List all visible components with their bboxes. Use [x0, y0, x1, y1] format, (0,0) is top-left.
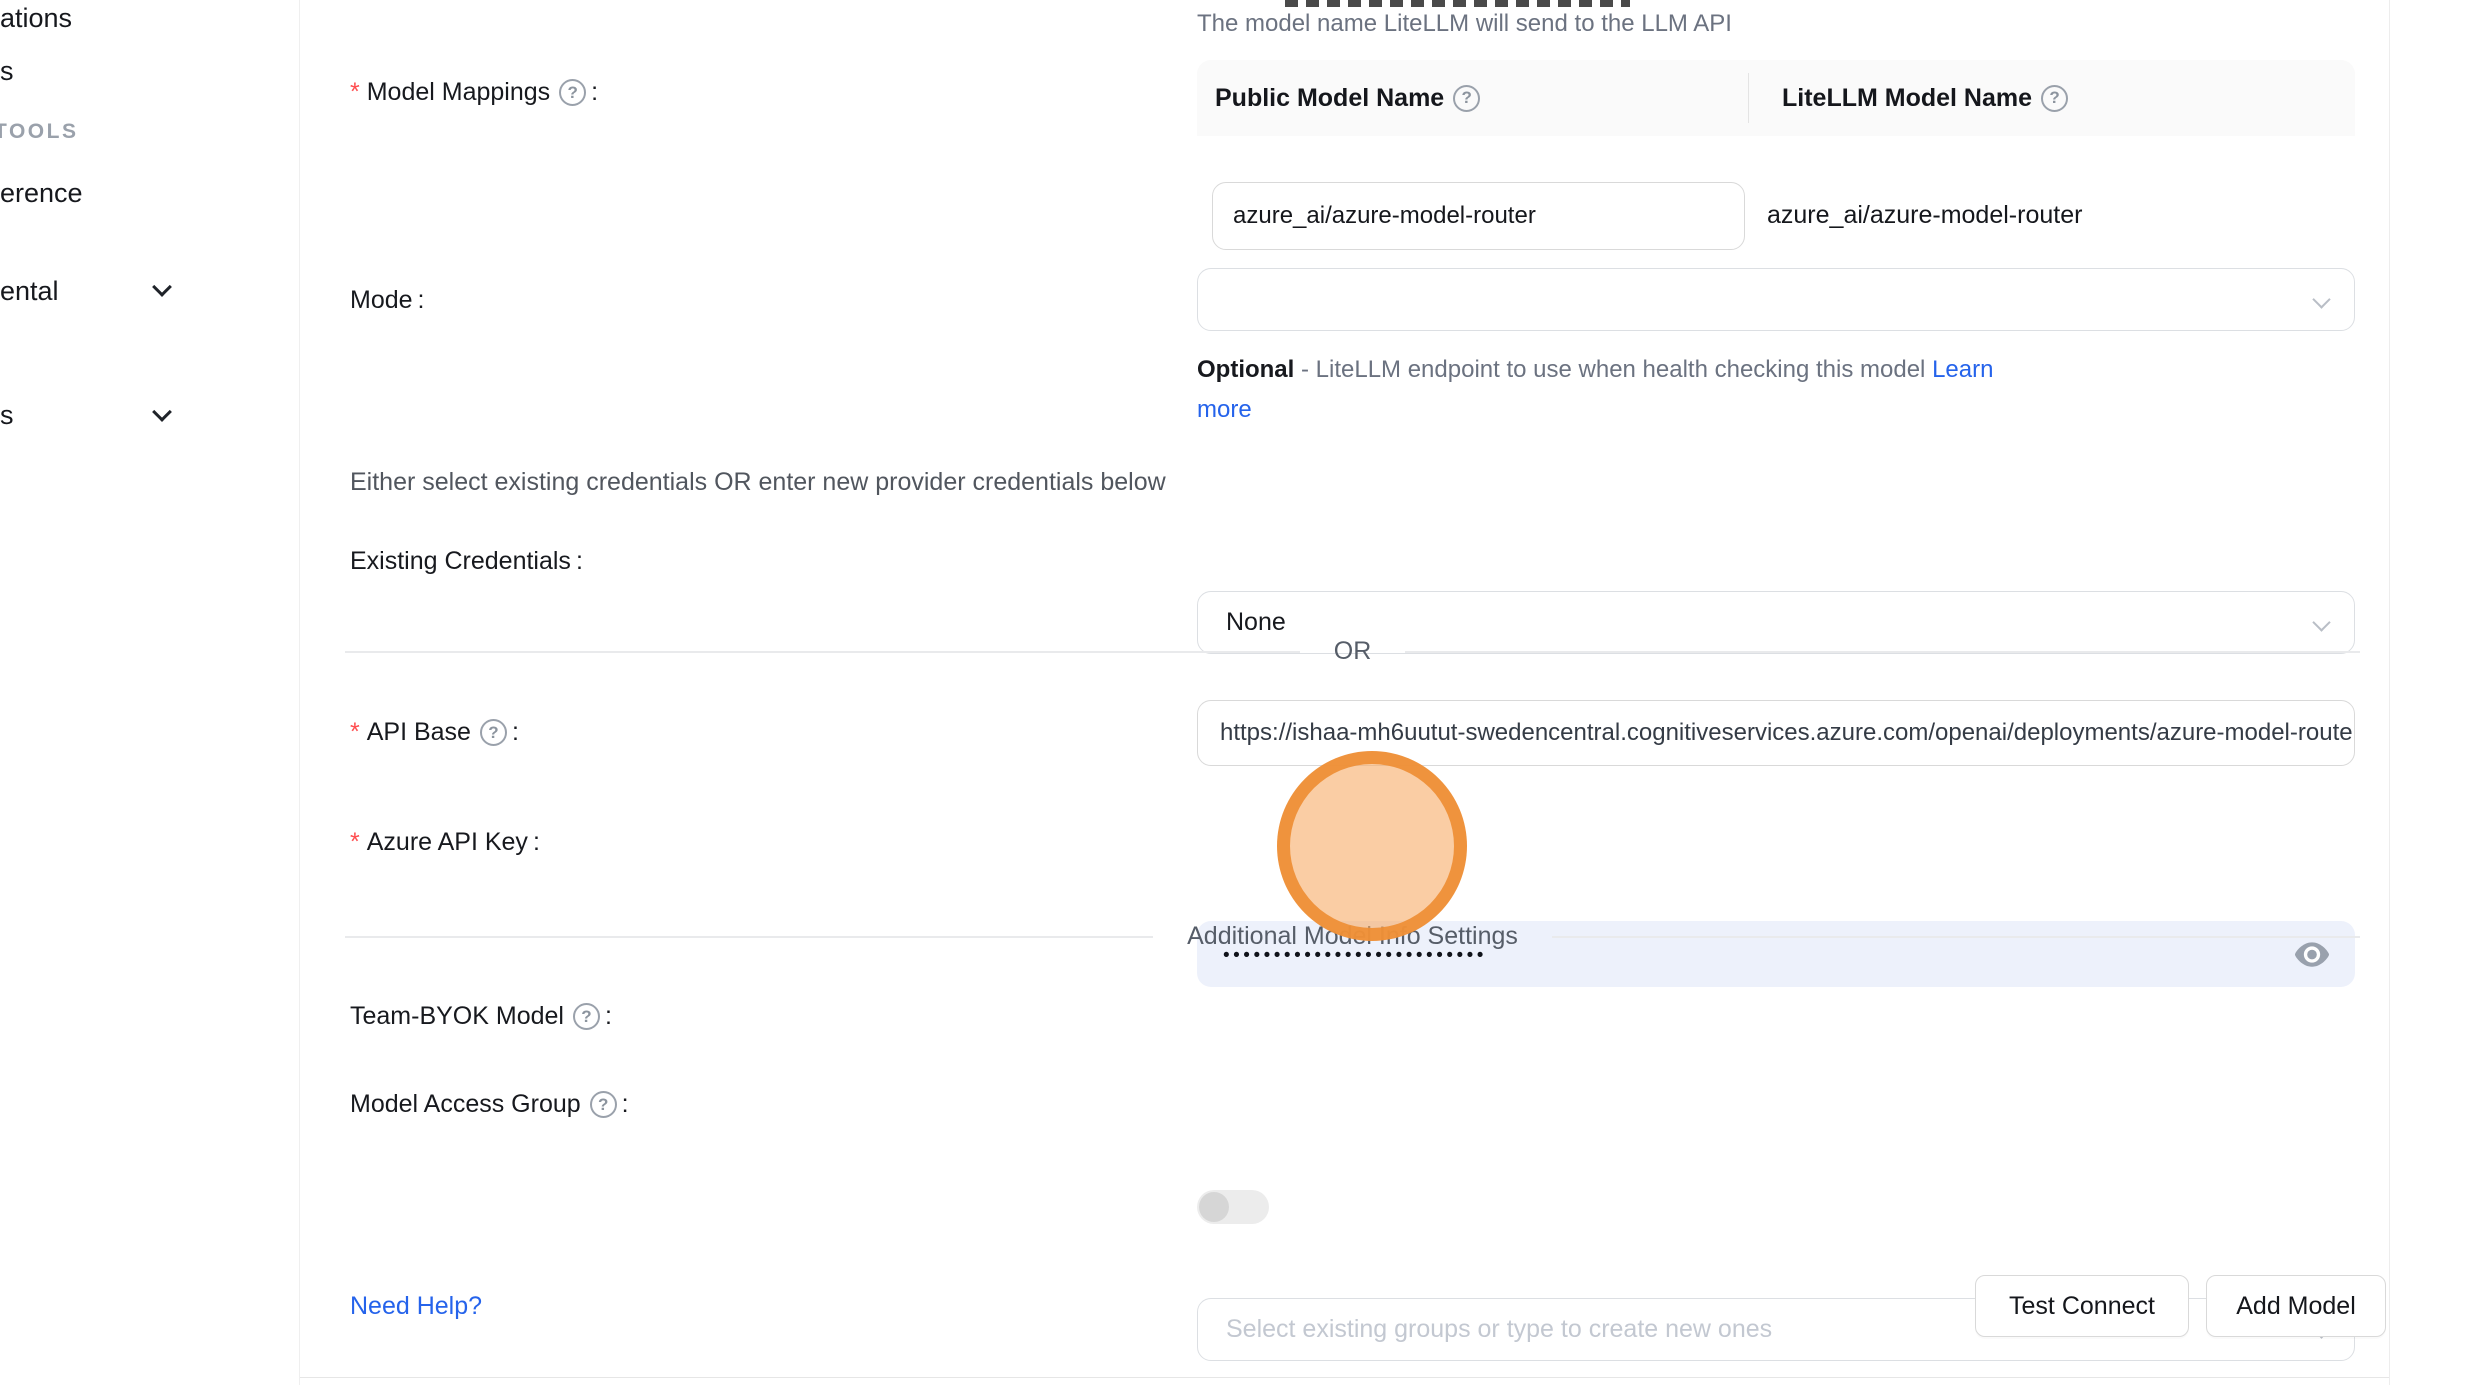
test-connect-button[interactable]: Test Connect: [1975, 1275, 2189, 1337]
azure-api-key-label-text: Azure API Key: [367, 828, 528, 857]
required-asterisk: *: [350, 78, 360, 107]
sidebar-item-experimental[interactable]: ental: [0, 276, 59, 307]
team-byok-toggle[interactable]: [1197, 1190, 1269, 1224]
additional-settings-divider-text: Additional Model Info Settings: [1153, 922, 1552, 951]
model-mappings-label-text: Model Mappings: [367, 78, 550, 107]
model-access-group-placeholder: Select existing groups or type to create…: [1226, 1315, 1772, 1344]
label-colon: :: [591, 78, 598, 107]
mode-help-body: - LiteLLM endpoint to use when health ch…: [1294, 356, 1932, 383]
public-model-name-header: Public Model Name ?: [1197, 84, 1755, 113]
optional-bold-text: Optional: [1197, 356, 1294, 383]
api-base-label-text: API Base: [367, 718, 471, 747]
required-asterisk: *: [350, 828, 360, 857]
toggle-knob: [1199, 1192, 1229, 1222]
model-mappings-label: * Model Mappings ? :: [350, 78, 598, 107]
divider-line: [1552, 936, 2360, 938]
label-colon: :: [605, 1002, 612, 1031]
divider-line: [345, 651, 1300, 653]
additional-settings-divider: Additional Model Info Settings: [345, 922, 2360, 951]
mode-label-text: Mode: [350, 286, 413, 315]
litellm-model-name-header: LiteLLM Model Name ?: [1755, 84, 2068, 113]
model-access-group-label: Model Access Group ? :: [350, 1090, 629, 1119]
sidebar: ations s TOOLS erence ental s: [0, 0, 300, 1385]
sidebar-item-inference[interactable]: erence: [0, 178, 83, 209]
mode-help-text: Optional - LiteLLM endpoint to use when …: [1197, 350, 2019, 430]
label-colon: :: [576, 547, 583, 576]
column-divider: [1748, 73, 1749, 123]
model-access-group-label-text: Model Access Group: [350, 1090, 581, 1119]
help-circle-icon[interactable]: ?: [480, 719, 507, 746]
label-colon: :: [512, 718, 519, 747]
existing-credentials-value: None: [1226, 608, 1286, 637]
label-colon: :: [533, 828, 540, 857]
help-circle-icon[interactable]: ?: [2041, 85, 2068, 112]
api-base-label: * API Base ? :: [350, 718, 519, 747]
help-circle-icon[interactable]: ?: [559, 79, 586, 106]
required-asterisk: *: [350, 718, 360, 747]
mode-select[interactable]: [1197, 268, 2355, 331]
litellm-model-name-header-text: LiteLLM Model Name: [1782, 84, 2032, 113]
or-divider-text: OR: [1300, 637, 1406, 666]
team-byok-label-text: Team-BYOK Model: [350, 1002, 564, 1031]
mode-label: Mode :: [350, 286, 425, 315]
card-bottom-border: [300, 1377, 2389, 1378]
divider-line: [345, 936, 1153, 938]
chevron-down-icon: [2312, 290, 2330, 308]
credentials-note: Either select existing credentials OR en…: [350, 468, 1166, 497]
existing-credentials-label-text: Existing Credentials: [350, 547, 571, 576]
api-base-input[interactable]: https://ishaa-mh6uutut-swedencentral.cog…: [1197, 700, 2355, 766]
public-model-name-header-text: Public Model Name: [1215, 84, 1444, 113]
card-right-border: [2389, 0, 2390, 1385]
chevron-down-icon: [2312, 613, 2330, 631]
model-name-help-text: The model name LiteLLM will send to the …: [1197, 10, 1732, 38]
chevron-down-icon[interactable]: [152, 277, 172, 297]
label-colon: :: [418, 286, 425, 315]
need-help-link[interactable]: Need Help?: [350, 1292, 482, 1321]
label-colon: :: [622, 1090, 629, 1119]
litellm-model-name-value: azure_ai/azure-model-router: [1740, 201, 2082, 230]
team-byok-label: Team-BYOK Model ? :: [350, 1002, 612, 1031]
model-mappings-table-header: Public Model Name ? LiteLLM Model Name ?: [1197, 60, 2355, 136]
azure-api-key-label: * Azure API Key :: [350, 828, 540, 857]
public-model-name-input[interactable]: azure_ai/azure-model-router: [1212, 182, 1745, 250]
add-model-button[interactable]: Add Model: [2206, 1275, 2386, 1337]
divider-line: [1405, 651, 2360, 653]
chevron-down-icon[interactable]: [152, 402, 172, 422]
click-indicator: [1277, 751, 1467, 941]
sidebar-section-tools: TOOLS: [0, 120, 78, 144]
sidebar-item-organizations[interactable]: ations: [0, 3, 72, 34]
clipped-text-fragment: [1285, 0, 1630, 7]
help-circle-icon[interactable]: ?: [1453, 85, 1480, 112]
model-mappings-table: Public Model Name ? LiteLLM Model Name ?…: [1197, 60, 2355, 296]
add-model-page: ations s TOOLS erence ental s The model …: [0, 0, 2477, 1385]
sidebar-item-models[interactable]: s: [0, 56, 14, 87]
help-circle-icon[interactable]: ?: [573, 1003, 600, 1030]
or-divider: OR: [345, 637, 2360, 666]
help-circle-icon[interactable]: ?: [590, 1091, 617, 1118]
existing-credentials-label: Existing Credentials :: [350, 547, 583, 576]
sidebar-item-settings[interactable]: s: [0, 400, 14, 431]
